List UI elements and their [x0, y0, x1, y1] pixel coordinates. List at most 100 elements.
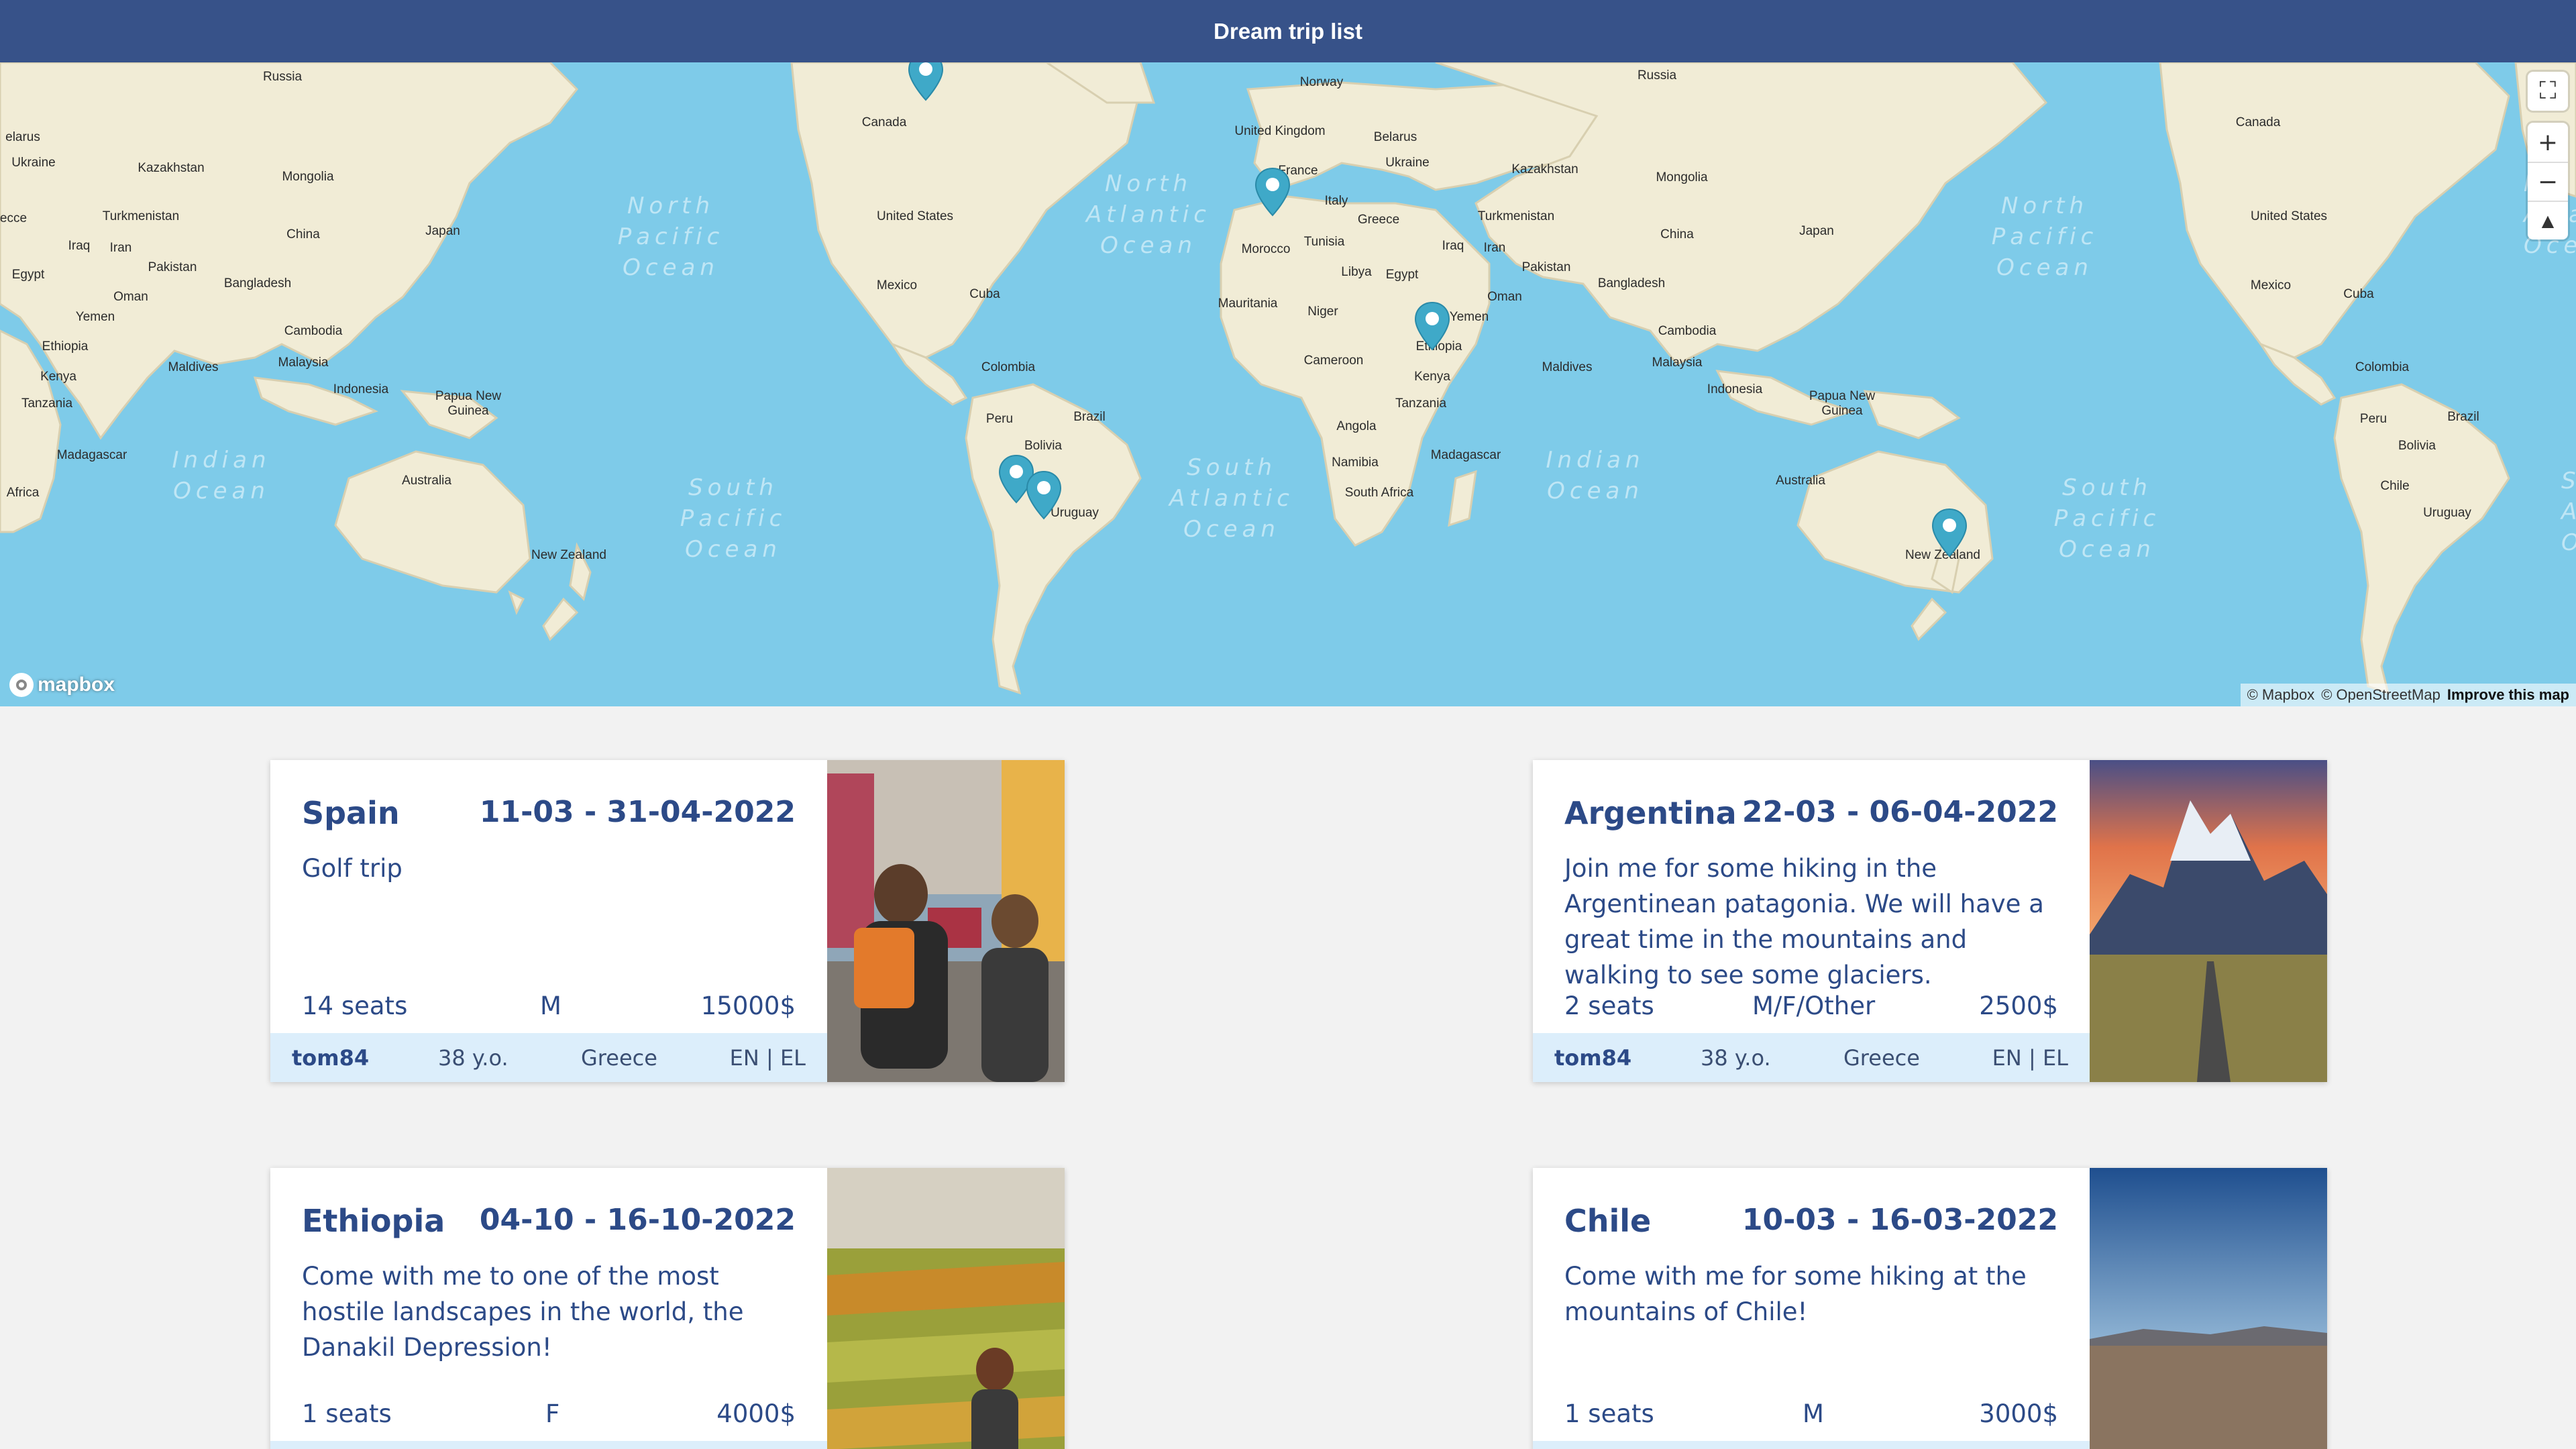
trip-organizer: tom84 38 y.o. Greece EN | EL — [1533, 1033, 2090, 1082]
organizer-languages: EN | EL — [1992, 1045, 2068, 1071]
map-label: New Zealand — [531, 548, 606, 562]
trip-organizer — [1533, 1441, 2090, 1449]
attribution-mapbox-link[interactable]: © Mapbox — [2247, 686, 2315, 704]
map-label: Italy — [1324, 194, 1348, 208]
map-label: Maldives — [1542, 360, 1593, 374]
map-label: Oman — [1487, 290, 1522, 304]
ocean-label: North Atlantic Ocean — [1086, 170, 1211, 259]
top-bar: Dream trip list — [0, 0, 2576, 62]
map-label: Papua New Guinea — [1809, 389, 1876, 418]
map-label: United Kingdom — [1234, 124, 1326, 138]
trip-card[interactable]: Ethiopia 04-10 - 16-10-2022 Come with me… — [270, 1168, 1065, 1449]
map-label: Japan — [425, 224, 460, 238]
organizer-country: Greece — [1843, 1045, 1920, 1071]
map-label: Bolivia — [1024, 439, 1062, 453]
mapbox-logo[interactable]: mapbox — [9, 673, 115, 697]
map-label: Tanzania — [21, 396, 73, 411]
ocean-label: S At O — [2561, 466, 2576, 558]
map-label: Mexico — [876, 278, 918, 292]
trip-seats: 1 seats — [302, 1399, 392, 1428]
map-pin[interactable] — [1254, 167, 1291, 218]
map-label: Yemen — [1449, 310, 1489, 324]
trip-country: Argentina — [1564, 795, 1737, 831]
navigation-control: + − ▲ — [2528, 123, 2568, 239]
organizer-username[interactable]: tom84 — [292, 1045, 369, 1071]
map-label: Norway — [1299, 75, 1344, 89]
map-label: Kenya — [40, 370, 76, 384]
world-map[interactable]: Russia Norway Russia Canada Canada Unite… — [0, 62, 2576, 706]
map-pin[interactable] — [907, 62, 945, 103]
trip-card[interactable]: Spain 11-03 - 31-04-2022 Golf trip 14 se… — [270, 760, 1065, 1082]
map-label: Russia — [1637, 68, 1677, 83]
trip-gender: M — [1803, 1399, 1824, 1428]
map-label: Ukraine — [1385, 156, 1430, 170]
organizer-country: Greece — [581, 1045, 657, 1071]
trip-details: 1 seats M 3000$ — [1564, 1399, 2058, 1437]
trip-organizer — [270, 1441, 827, 1449]
map-label: United States — [2250, 209, 2328, 223]
map-label: Niger — [1307, 305, 1338, 319]
mapbox-logo-text: mapbox — [38, 674, 115, 696]
trip-dates: 10-03 - 16-03-2022 — [1741, 1203, 2058, 1237]
map-label: Mexico — [2250, 278, 2292, 292]
improve-map-link[interactable]: Improve this map — [2447, 686, 2569, 704]
trip-price: 15000$ — [700, 991, 796, 1020]
map-label: Cameroon — [1303, 354, 1364, 368]
trip-price: 2500$ — [1979, 991, 2058, 1020]
map-label: Oman — [113, 290, 148, 304]
map-label: Brazil — [1073, 410, 1106, 424]
trip-seats: 14 seats — [302, 991, 408, 1020]
map-label: China — [1660, 227, 1694, 241]
trip-card[interactable]: Chile 10-03 - 16-03-2022 Come with me fo… — [1533, 1168, 2327, 1449]
map-label: Malaysia — [1652, 356, 1703, 370]
map-label: Russia — [262, 70, 303, 84]
trip-description: Join me for some hiking in the Argentine… — [1564, 854, 2044, 989]
attribution-osm-link[interactable]: © OpenStreetMap — [2321, 686, 2440, 704]
organizer-age: 38 y.o. — [1701, 1045, 1771, 1071]
trip-country: Chile — [1564, 1203, 1652, 1239]
map-label: Mongolia — [282, 170, 334, 184]
trip-dates: 22-03 - 06-04-2022 — [1741, 795, 2058, 829]
map-label: Brazil — [2447, 410, 2479, 424]
ocean-label: North Pacific Ocean — [617, 193, 724, 281]
map-label: Cambodia — [284, 324, 343, 338]
map-label: South Africa — [1344, 486, 1414, 500]
map-label: Angola — [1336, 419, 1377, 433]
fullscreen-control: ⛶ — [2528, 72, 2568, 111]
trip-details: 2 seats M/F/Other 2500$ — [1564, 991, 2058, 1029]
ocean-label: North Pacific Ocean — [1991, 193, 2098, 281]
trip-dates: 04-10 - 16-10-2022 — [479, 1203, 796, 1237]
map-label: Yemen — [75, 310, 115, 324]
map-label: Pakistan — [1521, 260, 1571, 274]
map-label: Turkmenistan — [102, 209, 180, 223]
fullscreen-icon[interactable]: ⛶ — [2528, 72, 2568, 111]
map-pin[interactable] — [1413, 301, 1451, 352]
map-label: Kazakhstan — [138, 161, 205, 175]
trip-photo — [827, 760, 1065, 1082]
trip-gender: F — [545, 1399, 560, 1428]
map-label: Colombia — [2355, 360, 2410, 374]
zoom-in-button[interactable]: + — [2528, 123, 2568, 162]
map-label: Africa — [6, 486, 40, 500]
map-label: Namibia — [1332, 455, 1379, 470]
map-label: Chile — [2380, 479, 2410, 493]
map-label: United States — [876, 209, 954, 223]
ocean-label: Indian Ocean — [172, 447, 271, 504]
map-label: Australia — [402, 474, 451, 488]
map-label: Iraq — [1442, 239, 1464, 253]
trip-card[interactable]: Argentina 22-03 - 06-04-2022 Join me for… — [1533, 760, 2327, 1082]
organizer-username[interactable]: tom84 — [1554, 1045, 1631, 1071]
zoom-out-button[interactable]: − — [2528, 162, 2568, 201]
map-label: Egypt — [11, 268, 45, 282]
organizer-languages: EN | EL — [729, 1045, 806, 1071]
map-pin[interactable] — [1025, 470, 1063, 521]
map-label: Ethiopia — [42, 339, 89, 354]
map-label: Uruguay — [2423, 506, 2471, 520]
compass-icon[interactable]: ▲ — [2528, 201, 2568, 239]
trip-dates: 11-03 - 31-04-2022 — [479, 795, 796, 829]
map-label: Peru — [2359, 412, 2387, 426]
trip-price: 4000$ — [716, 1399, 796, 1428]
map-label: Iran — [109, 241, 132, 255]
trip-seats: 1 seats — [1564, 1399, 1654, 1428]
map-pin[interactable] — [1931, 508, 1968, 559]
